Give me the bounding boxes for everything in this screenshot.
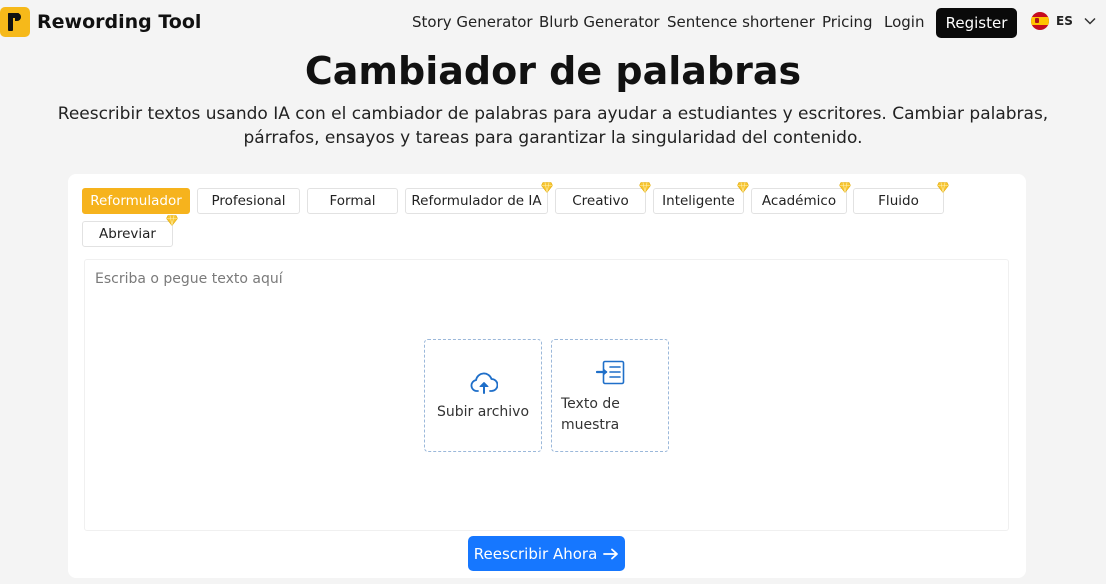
premium-gem-icon xyxy=(639,182,651,193)
premium-gem-icon xyxy=(541,182,553,193)
text-input-area[interactable]: Escriba o pegue texto aquí xyxy=(84,259,1009,531)
nav-login[interactable]: Login xyxy=(884,13,924,31)
editor-placeholder: Escriba o pegue texto aquí xyxy=(95,271,283,287)
mode-fluido[interactable]: Fluido xyxy=(853,188,944,214)
page-subtitle: Reescribir textos usando IA con el cambi… xyxy=(57,104,1049,148)
sample-text-button[interactable]: Texto de muestra xyxy=(551,339,669,452)
mode-formal[interactable]: Formal xyxy=(307,188,398,214)
logo-mark-icon xyxy=(0,7,30,37)
mode-reformulador-ia[interactable]: Reformulador de IA xyxy=(405,188,548,214)
mode-profesional[interactable]: Profesional xyxy=(197,188,300,214)
chevron-down-icon xyxy=(1084,17,1096,25)
logo[interactable]: Rewording Tool xyxy=(0,7,201,37)
mode-academico[interactable]: Académico xyxy=(751,188,847,214)
premium-gem-icon xyxy=(166,215,178,226)
arrow-right-icon xyxy=(603,548,619,559)
spain-flag-icon xyxy=(1031,12,1049,30)
sample-text-icon xyxy=(596,360,625,385)
premium-gem-icon xyxy=(839,182,851,193)
top-header: Rewording Tool Story Generator Blurb Gen… xyxy=(0,0,1106,45)
mode-abreviar[interactable]: Abreviar xyxy=(82,221,173,247)
page-title: Cambiador de palabras xyxy=(304,49,802,93)
language-code: ES xyxy=(1056,14,1073,28)
upload-file-label: Subir archivo xyxy=(436,404,530,420)
rewrite-now-label: Reescribir Ahora xyxy=(473,544,598,563)
nav-story-generator[interactable]: Story Generator xyxy=(412,13,533,31)
premium-gem-icon xyxy=(937,182,949,193)
mode-reformulador[interactable]: Reformulador xyxy=(82,188,190,214)
logo-text: Rewording Tool xyxy=(37,11,202,33)
upload-file-button[interactable]: Subir archivo xyxy=(424,339,542,452)
nav-sentence-shortener[interactable]: Sentence shortener xyxy=(667,13,815,31)
language-selector[interactable]: ES xyxy=(1031,12,1096,30)
rewrite-now-button[interactable]: Reescribir Ahora xyxy=(468,536,625,571)
sample-text-label-line2: muestra xyxy=(561,417,620,433)
mode-creativo[interactable]: Creativo xyxy=(555,188,646,214)
nav-blurb-generator[interactable]: Blurb Generator xyxy=(539,13,660,31)
register-button[interactable]: Register xyxy=(936,8,1017,38)
sample-text-label-line1: Texto de xyxy=(561,396,620,412)
mode-inteligente[interactable]: Inteligente xyxy=(653,188,744,214)
premium-gem-icon xyxy=(737,182,749,193)
nav-pricing[interactable]: Pricing xyxy=(822,13,873,31)
cloud-upload-icon xyxy=(470,372,498,394)
